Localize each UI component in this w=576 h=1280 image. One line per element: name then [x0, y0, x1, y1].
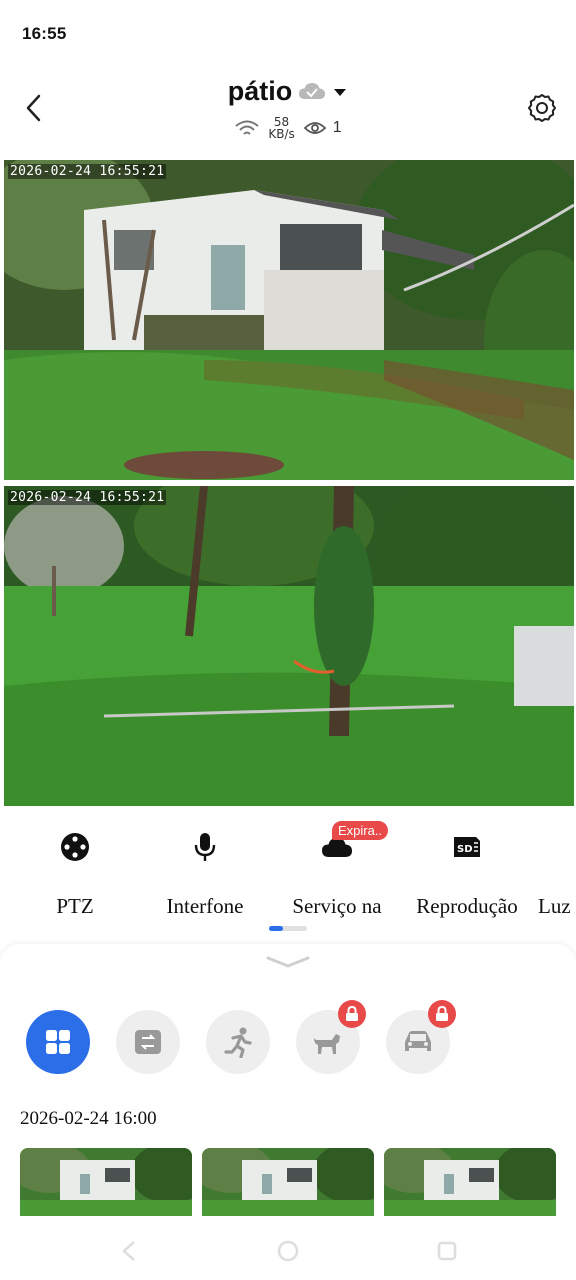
tool-playback-label: Reprodução — [416, 894, 518, 918]
camera-name: pátio — [227, 76, 293, 106]
running-person-icon — [224, 1027, 252, 1058]
eye-icon — [303, 122, 327, 134]
filter-vehicle[interactable] — [386, 1000, 456, 1074]
feed-1-timestamp: 2026-02-24 16:55:21 — [8, 164, 167, 179]
recording-thumbnail[interactable] — [202, 1148, 374, 1216]
grid-icon — [46, 1030, 70, 1054]
pet-lock-badge — [338, 1000, 366, 1028]
gear-icon — [528, 94, 556, 122]
nav-home-icon — [277, 1240, 299, 1262]
connection-stats: 58 KB/s 1 — [0, 116, 576, 140]
viewer-count: 1 — [332, 119, 342, 136]
feed-image-yard-trees — [4, 486, 574, 806]
camera-toolbar: PTZ Interfone Expira.. Serviço na SD Rep… — [0, 820, 576, 920]
lock-icon — [346, 1006, 358, 1021]
settings-button[interactable] — [526, 92, 558, 124]
thumbnail-image — [20, 1148, 192, 1216]
page-indicator-current — [269, 926, 283, 931]
header: pátio 58 KB/s 1 — [0, 66, 576, 158]
tool-cloud-service-label: Serviço na — [292, 894, 382, 918]
status-time: 16:55 — [22, 24, 67, 43]
status-bar: 16:55 — [0, 0, 576, 66]
camera-feed-2[interactable]: 2026-02-24 16:55:21 — [4, 486, 574, 806]
tool-light-label: Luz — [538, 894, 571, 918]
nav-recents-icon — [437, 1241, 457, 1261]
wifi-icon — [235, 120, 259, 135]
sheet-handle[interactable] — [264, 952, 312, 977]
expiry-badge: Expira.. — [332, 821, 389, 840]
caret-down-icon — [334, 88, 347, 96]
tool-ptz-label: PTZ — [56, 894, 94, 918]
recording-thumbnails — [20, 1148, 560, 1218]
feed-image-yard-house — [4, 160, 574, 480]
filter-all-events[interactable] — [26, 1010, 90, 1074]
chevron-down-icon — [266, 956, 310, 968]
system-nav-bar — [0, 1220, 576, 1280]
recordings-date-label: 2026-02-24 16:00 — [20, 1108, 157, 1129]
filter-pet[interactable] — [296, 1000, 366, 1074]
tool-light[interactable]: Luz — [538, 820, 576, 920]
cloud-status-icon — [299, 82, 326, 99]
nav-back-icon — [122, 1241, 135, 1261]
microphone-icon — [194, 833, 216, 861]
bitrate-unit: KB/s — [268, 127, 295, 141]
tool-playback[interactable]: SD Reprodução — [404, 820, 530, 920]
bitrate: 58 KB/s — [268, 116, 294, 140]
vehicle-lock-badge — [428, 1000, 456, 1028]
camera-feed-1[interactable]: 2026-02-24 16:55:21 — [4, 160, 574, 480]
nav-back-button[interactable] — [116, 1238, 142, 1264]
recording-thumbnail[interactable] — [20, 1148, 192, 1216]
thumbnail-image — [384, 1148, 556, 1216]
tool-interfone[interactable]: Interfone — [150, 820, 260, 920]
filter-motion-change[interactable] — [116, 1010, 180, 1074]
tool-ptz[interactable]: PTZ — [40, 820, 110, 920]
svg-text:SD: SD — [457, 844, 473, 855]
tool-cloud-service[interactable]: Expira.. Serviço na — [278, 820, 396, 920]
thumbnail-image — [202, 1148, 374, 1216]
sd-card-icon: SD — [454, 837, 480, 857]
toolbar-page-indicator — [269, 926, 307, 931]
car-icon — [405, 1031, 431, 1051]
event-filter-row — [0, 1000, 576, 1074]
lock-icon — [436, 1006, 448, 1021]
tool-interfone-label: Interfone — [166, 894, 244, 918]
camera-title-dropdown[interactable]: pátio — [0, 76, 576, 107]
nav-home-button[interactable] — [275, 1238, 301, 1264]
feed-2-timestamp: 2026-02-24 16:55:21 — [8, 490, 167, 505]
ptz-joystick-icon — [61, 833, 89, 861]
nav-recents-button[interactable] — [434, 1238, 460, 1264]
dog-icon — [314, 1034, 340, 1054]
filter-person[interactable] — [206, 1010, 270, 1074]
recording-thumbnail[interactable] — [384, 1148, 556, 1216]
frame-switch-icon — [135, 1030, 161, 1054]
